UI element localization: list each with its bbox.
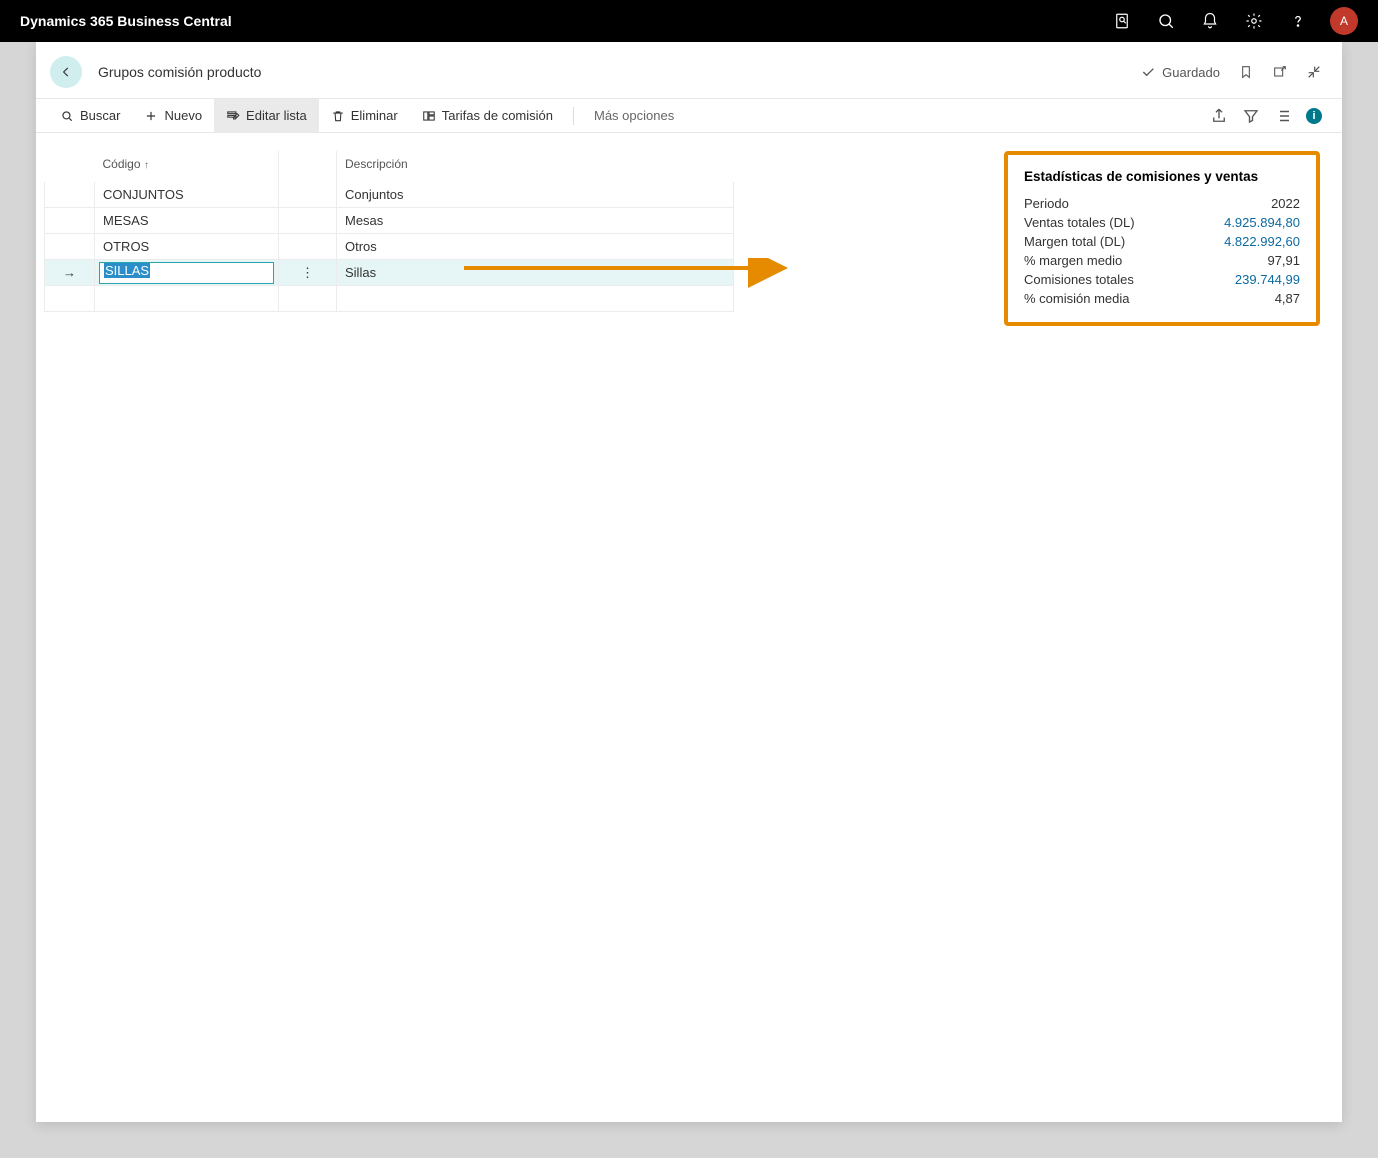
side-panel: Estadísticas de comisiones y ventas Peri… [758,151,1320,326]
edit-list-label: Editar lista [246,108,307,123]
check-icon [1140,64,1156,80]
stat-margen-value[interactable]: 4.822.992,60 [1224,234,1300,249]
bell-icon[interactable] [1190,0,1230,42]
search-label: Buscar [80,108,120,123]
saved-indicator: Guardado [1140,64,1220,80]
lookup-icon[interactable] [1102,0,1142,42]
delete-label: Eliminar [351,108,398,123]
row-actions[interactable] [279,182,337,208]
help-icon[interactable] [1278,0,1318,42]
col-header-marker [45,151,95,182]
row-actions[interactable] [279,234,337,260]
delete-button[interactable]: Eliminar [319,99,410,133]
row-marker [45,182,95,208]
toolbar-right: i [1210,107,1322,125]
col-header-desc[interactable]: Descripción [337,151,734,182]
page-title: Grupos comisión producto [98,64,1140,80]
page-card: Grupos comisión producto Guardado Buscar… [36,42,1342,1122]
table-row-empty[interactable] [45,286,734,312]
sort-asc-icon: ↑ [144,160,149,171]
info-icon[interactable]: i [1306,108,1322,124]
cell-codigo-editing[interactable]: SILLAS [95,260,279,286]
plus-icon [144,109,158,123]
col-header-actions [279,151,337,182]
rates-icon [422,109,436,123]
page-header: Grupos comisión producto Guardado [36,50,1342,99]
app-top-bar: Dynamics 365 Business Central A [0,0,1378,42]
cell-desc[interactable]: Mesas [337,208,734,234]
row-actions[interactable] [279,286,337,312]
commission-rates-button[interactable]: Tarifas de comisión [410,99,565,133]
table-row[interactable]: MESAS Mesas [45,208,734,234]
cell-codigo[interactable]: MESAS [95,208,279,234]
stat-periodo: Periodo 2022 [1024,194,1300,213]
search-icon [60,109,74,123]
app-title: Dynamics 365 Business Central [20,13,232,29]
toolbar-separator [573,107,574,125]
share-icon[interactable] [1210,107,1228,125]
table-row[interactable]: OTROS Otros [45,234,734,260]
row-marker [45,286,95,312]
stats-title: Estadísticas de comisiones y ventas [1024,169,1300,184]
content-area: Código ↑ Descripción CONJUNTOS Con [36,133,1342,326]
stat-ventas: Ventas totales (DL) 4.925.894,80 [1024,213,1300,232]
outer-frame: Grupos comisión producto Guardado Buscar… [0,42,1378,1158]
action-toolbar: Buscar Nuevo Editar lista Eliminar Tarif… [36,99,1342,133]
stat-pct-comision: % comisión media 4,87 [1024,289,1300,308]
cell-desc[interactable]: Sillas [337,260,734,286]
col-header-codigo[interactable]: Código ↑ [95,151,279,182]
row-marker [45,234,95,260]
cell-desc[interactable] [337,286,734,312]
codigo-input[interactable]: SILLAS [99,262,274,284]
trash-icon [331,109,345,123]
row-actions[interactable]: ⋮ [279,260,337,286]
row-marker-arrow: → [45,260,95,286]
stat-pct-margen: % margen medio 97,91 [1024,251,1300,270]
more-options-button[interactable]: Más opciones [582,108,686,123]
stat-ventas-value[interactable]: 4.925.894,80 [1224,215,1300,230]
edit-list-button[interactable]: Editar lista [214,99,319,133]
table-row[interactable]: CONJUNTOS Conjuntos [45,182,734,208]
saved-label: Guardado [1162,65,1220,80]
stat-margen: Margen total (DL) 4.822.992,60 [1024,232,1300,251]
table-row-selected[interactable]: → SILLAS ⋮ Sillas [45,260,734,286]
top-bar-actions: A [1102,0,1358,42]
filter-icon[interactable] [1242,107,1260,125]
new-label: Nuevo [164,108,202,123]
cell-desc[interactable]: Conjuntos [337,182,734,208]
popout-icon[interactable] [1272,64,1288,80]
stat-comisiones: Comisiones totales 239.744,99 [1024,270,1300,289]
gear-icon[interactable] [1234,0,1274,42]
avatar[interactable]: A [1330,7,1358,35]
row-marker [45,208,95,234]
search-button[interactable]: Buscar [48,99,132,133]
cell-codigo[interactable]: OTROS [95,234,279,260]
new-button[interactable]: Nuevo [132,99,214,133]
search-icon[interactable] [1146,0,1186,42]
bookmark-icon[interactable] [1238,64,1254,80]
product-commission-groups-grid: Código ↑ Descripción CONJUNTOS Con [44,151,734,312]
cell-codigo[interactable] [95,286,279,312]
commission-rates-label: Tarifas de comisión [442,108,553,123]
back-button[interactable] [50,56,82,88]
edit-list-icon [226,109,240,123]
cell-desc[interactable]: Otros [337,234,734,260]
row-actions[interactable] [279,208,337,234]
cell-codigo[interactable]: CONJUNTOS [95,182,279,208]
grid-container: Código ↑ Descripción CONJUNTOS Con [44,151,734,326]
list-icon[interactable] [1274,107,1292,125]
stats-factbox: Estadísticas de comisiones y ventas Peri… [1004,151,1320,326]
page-header-actions: Guardado [1140,64,1322,80]
stat-comisiones-value[interactable]: 239.744,99 [1235,272,1300,287]
collapse-icon[interactable] [1306,64,1322,80]
